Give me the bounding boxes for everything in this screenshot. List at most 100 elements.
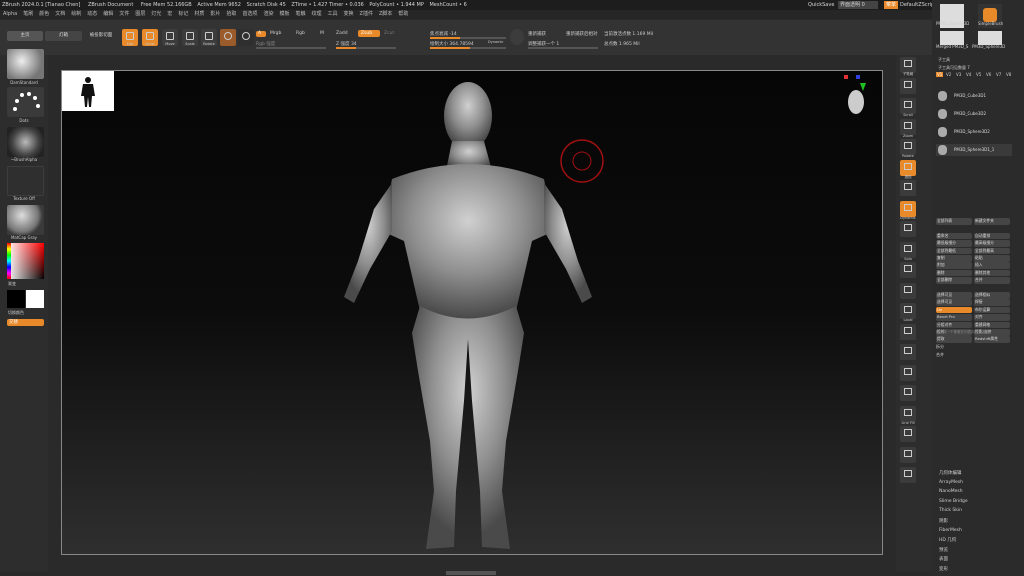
- zcut-toggle[interactable]: Zcut: [384, 31, 394, 36]
- shelf-button[interactable]: [900, 262, 916, 278]
- adjust-capture-slider[interactable]: [528, 47, 598, 49]
- shelf-button[interactable]: Scroll: [900, 98, 916, 117]
- version-tab[interactable]: V3: [956, 72, 961, 77]
- color-picker[interactable]: [7, 243, 44, 279]
- quicksave-button[interactable]: QuickSave: [808, 0, 834, 10]
- stroke-button[interactable]: [7, 87, 44, 117]
- menu-item[interactable]: 影片: [210, 11, 220, 17]
- subtool-op-button[interactable]: 分组对齐: [936, 321, 972, 329]
- swap-button[interactable]: 交替: [7, 319, 44, 326]
- menu-item[interactable]: 图层: [135, 11, 145, 17]
- menu-item[interactable]: Alpha: [3, 11, 17, 17]
- subtool-op-button[interactable]: 删除其他: [974, 269, 1010, 277]
- menu-item[interactable]: 渲染: [263, 11, 273, 17]
- geometry-menu-item[interactable]: 几何体编辑: [939, 470, 962, 476]
- lazymouse-button[interactable]: [510, 29, 524, 45]
- menu-item[interactable]: 文件: [119, 11, 129, 17]
- menu-item[interactable]: 笔触: [295, 11, 305, 17]
- focal-shift-slider[interactable]: [430, 37, 506, 39]
- subtool-row[interactable]: PM3D_Cube3D2: [936, 108, 1012, 120]
- version-tab[interactable]: V4: [966, 72, 971, 77]
- subtool-op-button[interactable]: 全部删除: [936, 277, 972, 284]
- edit-tool-button[interactable]: Edit: [122, 29, 138, 46]
- subtool-op-button[interactable]: 全部到最低: [936, 247, 972, 255]
- shelf-button[interactable]: Local: [900, 303, 916, 322]
- shelf-button[interactable]: [900, 385, 916, 401]
- geometry-menu-item[interactable]: 阴影: [939, 518, 948, 524]
- subtool-op-button[interactable]: Bevel Pro: [936, 314, 972, 321]
- switch-color-label[interactable]: 切换颜色: [8, 310, 50, 316]
- brush-button[interactable]: [7, 49, 44, 79]
- navigation-gizmo[interactable]: [842, 75, 872, 119]
- menu-item[interactable]: 灯光: [151, 11, 161, 17]
- merge-header[interactable]: 合并: [936, 352, 944, 358]
- menu-item[interactable]: 首选项: [242, 11, 257, 17]
- menu-item[interactable]: 纹理: [312, 11, 322, 17]
- shelf-button[interactable]: Solo: [900, 241, 916, 261]
- texture-button[interactable]: [7, 166, 44, 196]
- subtool-title[interactable]: 子工具: [938, 56, 950, 63]
- subtool-op-button[interactable]: 对齐: [974, 314, 1010, 321]
- subtool-op-button[interactable]: 新建文件夹: [974, 218, 1010, 225]
- geometry-menu-item[interactable]: 表面: [939, 556, 948, 562]
- subtool-row[interactable]: PM3D_Sphere3D2: [936, 126, 1012, 138]
- shelf-button[interactable]: [900, 426, 916, 442]
- recapture-relative-button[interactable]: 重新捕获后相对: [566, 31, 598, 37]
- m-toggle[interactable]: M: [320, 31, 324, 36]
- subtool-op-button[interactable]: 附加: [936, 262, 972, 269]
- subtool-op-button[interactable]: 删除: [936, 269, 972, 277]
- menu-item[interactable]: 变换: [344, 11, 354, 17]
- menu-item[interactable]: 颜色: [39, 11, 49, 17]
- subtool-op-button[interactable]: 布尔运算: [974, 306, 1010, 314]
- shelf-button[interactable]: 透视: [900, 159, 916, 179]
- version-tab[interactable]: V1: [936, 72, 944, 77]
- shelf-button[interactable]: 子笔刷: [900, 57, 916, 76]
- move-tool-button[interactable]: Move: [162, 29, 178, 46]
- menu-item[interactable]: Z插件: [360, 11, 373, 17]
- subtool-op-button[interactable]: 全部列表: [936, 218, 972, 225]
- menu-item[interactable]: 标记: [178, 11, 188, 17]
- version-tab[interactable]: V7: [996, 72, 1001, 77]
- subtool-op-button[interactable]: 自动重排: [974, 232, 1010, 240]
- document-canvas[interactable]: [61, 70, 883, 555]
- version-tab[interactable]: V5: [976, 72, 981, 77]
- split-header[interactable]: 拆分: [936, 344, 944, 350]
- subtool-op-button[interactable]: 最高级细分: [974, 240, 1010, 247]
- material-button[interactable]: [220, 29, 236, 46]
- shelf-button[interactable]: [900, 344, 916, 360]
- geometry-menu-item[interactable]: Thick Skin: [939, 508, 962, 513]
- subtool-row[interactable]: PM3D_Sphere3D1_1: [936, 144, 1012, 156]
- subtool-op-button[interactable]: 重命名: [936, 232, 972, 240]
- draw-tool-button[interactable]: Draw: [142, 29, 158, 46]
- secondary-color-swatch[interactable]: [26, 290, 44, 308]
- subtool-op-button[interactable]: 最低级细分: [936, 240, 972, 247]
- shelf-button[interactable]: [900, 282, 916, 299]
- menu-button[interactable]: 菜单: [884, 1, 899, 9]
- subtool-op-button[interactable]: 选择可见: [936, 299, 972, 306]
- subtool-op-button[interactable]: 复制: [936, 255, 972, 262]
- rgb-intensity-slider[interactable]: [256, 47, 326, 49]
- subtool-op-button[interactable]: 插入: [974, 262, 1010, 269]
- menu-item[interactable]: 材质: [194, 11, 204, 17]
- subtool-op-button[interactable]: Uv: [936, 306, 972, 314]
- shelf-button[interactable]: Rotate: [900, 139, 916, 158]
- subtool-op-button[interactable]: 合并: [974, 277, 1010, 284]
- geometry-menu-item[interactable]: FiberMesh: [939, 528, 962, 533]
- version-tab[interactable]: V8: [1006, 72, 1011, 77]
- menu-item[interactable]: 拾取: [226, 11, 236, 17]
- menu-item[interactable]: 工具: [328, 11, 338, 17]
- subtool-op-button[interactable]: 提取: [936, 336, 972, 343]
- menu-item[interactable]: 绘制: [71, 11, 81, 17]
- subtool-op-button[interactable]: Redshift属性: [974, 336, 1010, 343]
- shelf-button[interactable]: [900, 364, 916, 381]
- geometry-menu-item[interactable]: Slime Bridge: [939, 499, 968, 504]
- subtool-op-button[interactable]: 选择相似: [974, 292, 1010, 299]
- shelf-button[interactable]: [900, 77, 916, 94]
- subtool-op-button[interactable]: 选择可见: [936, 292, 972, 299]
- version-tab[interactable]: V2: [946, 72, 951, 77]
- menu-item[interactable]: 宏: [167, 11, 172, 17]
- projection-button[interactable]: 被投影切面: [84, 31, 118, 41]
- material-button[interactable]: [7, 205, 44, 235]
- bottom-shelf-handle[interactable]: [446, 571, 496, 575]
- shelf-button[interactable]: [900, 467, 916, 483]
